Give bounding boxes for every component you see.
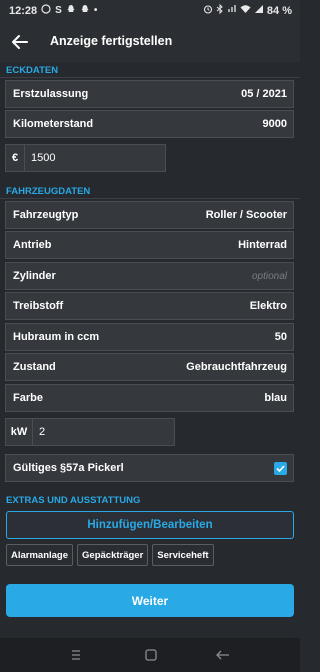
nav-back-icon[interactable] [215, 648, 231, 662]
erstzulassung-value: 05 / 2021 [241, 88, 287, 100]
snapchat-icon [80, 4, 90, 18]
antrieb-field[interactable]: Antrieb Hinterrad [5, 231, 294, 259]
zustand-label: Zustand [13, 361, 56, 373]
recent-apps-icon[interactable] [68, 648, 84, 662]
system-nav-bar [0, 638, 300, 672]
kilometerstand-value: 9000 [262, 118, 287, 130]
treibstoff-label: Treibstoff [13, 300, 64, 312]
hubraum-field[interactable]: Hubraum in ccm 50 [5, 323, 294, 351]
app-bar: Anzeige fertigstellen [0, 22, 300, 62]
bluetooth-icon [216, 3, 224, 18]
kilometerstand-label: Kilometerstand [13, 118, 94, 130]
farbe-label: Farbe [13, 392, 43, 404]
currency-prefix: € [6, 145, 25, 171]
status-bar: 12:28 S • 84 % [0, 0, 300, 22]
treibstoff-value: Elektro [249, 300, 287, 312]
fahrzeugtyp-value: Roller / Scooter [205, 209, 287, 221]
kilometerstand-field[interactable]: Kilometerstand 9000 [5, 110, 294, 138]
farbe-value: blau [264, 392, 287, 404]
alarm-icon [203, 4, 213, 18]
hubraum-label: Hubraum in ccm [13, 331, 100, 343]
home-icon[interactable] [143, 648, 159, 662]
add-edit-extras-button[interactable]: Hinzufügen/Bearbeiten [6, 511, 294, 539]
page-title: Anzeige fertigstellen [50, 34, 173, 48]
price-input[interactable] [25, 152, 137, 164]
hubraum-value: 50 [274, 331, 287, 343]
treibstoff-field[interactable]: Treibstoff Elektro [5, 292, 294, 320]
back-arrow-icon[interactable] [10, 32, 30, 52]
divider [0, 198, 300, 199]
whatsapp-icon [41, 4, 51, 18]
price-field[interactable]: € [5, 144, 166, 172]
zustand-field[interactable]: Zustand Gebrauchtfahrzeug [5, 353, 294, 381]
zylinder-field[interactable]: Zylinder optional [5, 262, 294, 290]
status-left: 12:28 S • [9, 4, 97, 18]
erstzulassung-label: Erstzulassung [13, 88, 89, 100]
pickerl-checkbox[interactable] [274, 461, 287, 475]
erstzulassung-field[interactable]: Erstzulassung 05 / 2021 [5, 80, 294, 108]
dot-icon: • [93, 5, 98, 16]
section-eckdaten-label: ECKDATEN [6, 65, 59, 76]
battery-level: 84 % [266, 5, 292, 17]
farbe-field[interactable]: Farbe blau [5, 384, 294, 412]
next-button[interactable]: Weiter [6, 584, 294, 617]
zylinder-placeholder: optional [251, 270, 287, 282]
pickerl-field[interactable]: Gültiges §57a Pickerl [5, 454, 294, 482]
chip-gepaecktraeger[interactable]: Gepäckträger [77, 544, 149, 566]
wifi-icon [240, 4, 251, 18]
status-time: 12:28 [9, 5, 38, 17]
zustand-value: Gebrauchtfahrzeug [186, 361, 287, 373]
zylinder-label: Zylinder [13, 270, 56, 282]
snapchat-icon [66, 4, 76, 18]
s-icon: S [55, 5, 62, 16]
chip-serviceheft[interactable]: Serviceheft [152, 544, 214, 566]
antrieb-value: Hinterrad [238, 239, 287, 251]
fahrzeugtyp-label: Fahrzeugtyp [13, 209, 79, 221]
cell-signal-icon [254, 4, 264, 18]
divider [0, 77, 300, 78]
pickerl-label: Gültiges §57a Pickerl [13, 462, 124, 474]
power-input[interactable] [33, 426, 145, 438]
signal-icon [227, 4, 237, 18]
checkmark-icon [276, 464, 285, 472]
section-fahrzeugdaten-label: FAHRZEUGDATEN [6, 186, 91, 197]
power-unit-prefix: kW [6, 419, 33, 445]
status-right: 84 % [203, 3, 292, 18]
power-field[interactable]: kW [5, 418, 175, 446]
extras-chips: Alarmanlage Gepäckträger Serviceheft [6, 544, 214, 566]
antrieb-label: Antrieb [13, 239, 52, 251]
fahrzeugtyp-field[interactable]: Fahrzeugtyp Roller / Scooter [5, 201, 294, 229]
section-extras-label: EXTRAS UND AUSSTATTUNG [6, 495, 141, 506]
chip-alarmanlage[interactable]: Alarmanlage [6, 544, 74, 566]
